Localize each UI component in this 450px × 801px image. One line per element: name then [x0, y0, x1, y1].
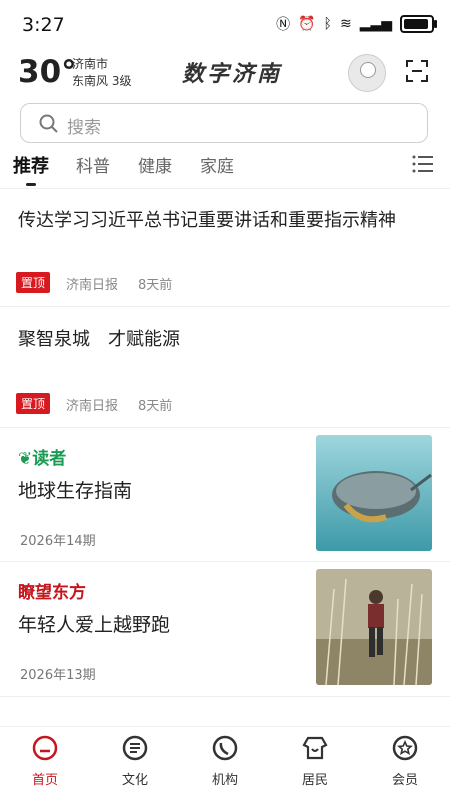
- nav-culture[interactable]: 文化: [105, 735, 165, 788]
- active-tab-indicator: [26, 183, 36, 186]
- news-title: 传达学习习近平总书记重要讲话和重要指示精神: [18, 210, 396, 231]
- status-bar: 3:27 Ⓝ ⏰ ᛒ ≋ ▂▃▅: [0, 0, 450, 48]
- wifi-icon: ≋: [339, 16, 352, 32]
- magazine-cover-image: [316, 435, 432, 551]
- app-logo: 数字济南: [182, 61, 283, 87]
- tab-recommend[interactable]: 推荐: [13, 152, 49, 178]
- pinned-badge: 置顶: [16, 393, 51, 414]
- weather-info[interactable]: 济南市 东南风 3级: [72, 56, 131, 90]
- news-item[interactable]: 聚智泉城 才赋能源 置顶 济南日报 8天前: [0, 307, 450, 428]
- nav-home[interactable]: 首页: [15, 735, 75, 788]
- liaowang-logo: 瞭望东方: [18, 583, 86, 603]
- battery-icon: [400, 15, 437, 33]
- magazine-issue: 2026年13期: [20, 668, 96, 683]
- search-placeholder: 搜索: [67, 118, 101, 138]
- news-source: 济南日报: [66, 278, 119, 293]
- city-name: 济南市: [72, 57, 109, 71]
- nav-institution[interactable]: 机构: [195, 735, 255, 788]
- wind-info: 东南风 3级: [72, 74, 132, 88]
- magazine-item[interactable]: ❦读者 地球生存指南 2026年14期: [0, 428, 450, 562]
- magazine-issue: 2026年14期: [20, 534, 96, 549]
- book-icon: [122, 735, 148, 761]
- tab-family[interactable]: 家庭: [200, 152, 234, 177]
- news-time: 8天前: [138, 278, 173, 293]
- nav-label: 机构: [211, 773, 238, 788]
- menu-icon[interactable]: [412, 154, 434, 174]
- news-source: 济南日报: [66, 399, 119, 414]
- signal-icon: ▂▃▅: [359, 16, 392, 32]
- status-icons: Ⓝ ⏰ ᛒ ≋ ▂▃▅: [276, 14, 437, 34]
- magazine-title: 年轻人爱上越野跑: [18, 614, 171, 636]
- search-icon: [39, 114, 58, 133]
- nav-label: 居民: [301, 773, 328, 788]
- news-item[interactable]: 传达学习习近平总书记重要讲话和重要指示精神 置顶 济南日报 8天前: [0, 188, 450, 307]
- news-title: 聚智泉城 才赋能源: [18, 329, 180, 350]
- pinned-badge: 置顶: [16, 272, 51, 293]
- magazine-cover-image: [316, 569, 432, 685]
- home-icon: [32, 735, 58, 761]
- search-input[interactable]: 搜索: [20, 103, 428, 143]
- news-time: 8天前: [138, 399, 173, 414]
- nav-resident[interactable]: 居民: [285, 735, 345, 788]
- leaf-icon: ❦: [18, 449, 33, 469]
- bottom-nav: 首页 文化 机构 居民 会员: [0, 726, 450, 801]
- nav-label: 文化: [121, 773, 148, 788]
- category-tabs: 推荐 科普 健康 家庭: [0, 152, 450, 189]
- tab-science[interactable]: 科普: [76, 152, 110, 177]
- nav-label: 会员: [391, 773, 418, 788]
- nav-label: 首页: [31, 773, 58, 788]
- resident-icon: [302, 736, 328, 760]
- magazine-title: 地球生存指南: [18, 480, 133, 502]
- scan-icon[interactable]: [406, 60, 428, 82]
- nav-member[interactable]: 会员: [375, 735, 435, 788]
- header: 30° 济南市 东南风 3级 数字济南: [0, 52, 450, 96]
- temperature: 30°: [18, 54, 77, 90]
- member-star-icon: [392, 735, 418, 761]
- tab-health[interactable]: 健康: [138, 152, 172, 177]
- magazine-item[interactable]: 瞭望东方 年轻人爱上越野跑 2026年13期: [0, 562, 450, 697]
- duzhe-logo: ❦读者: [18, 444, 66, 469]
- status-time: 3:27: [22, 14, 65, 36]
- phone-icon: [212, 735, 238, 761]
- nfc-icon: Ⓝ: [276, 17, 291, 33]
- magazine-logo-text: 读者: [32, 449, 67, 469]
- bluetooth-icon: ᛒ: [323, 16, 332, 32]
- alarm-icon: ⏰: [298, 16, 316, 32]
- avatar[interactable]: [348, 54, 386, 92]
